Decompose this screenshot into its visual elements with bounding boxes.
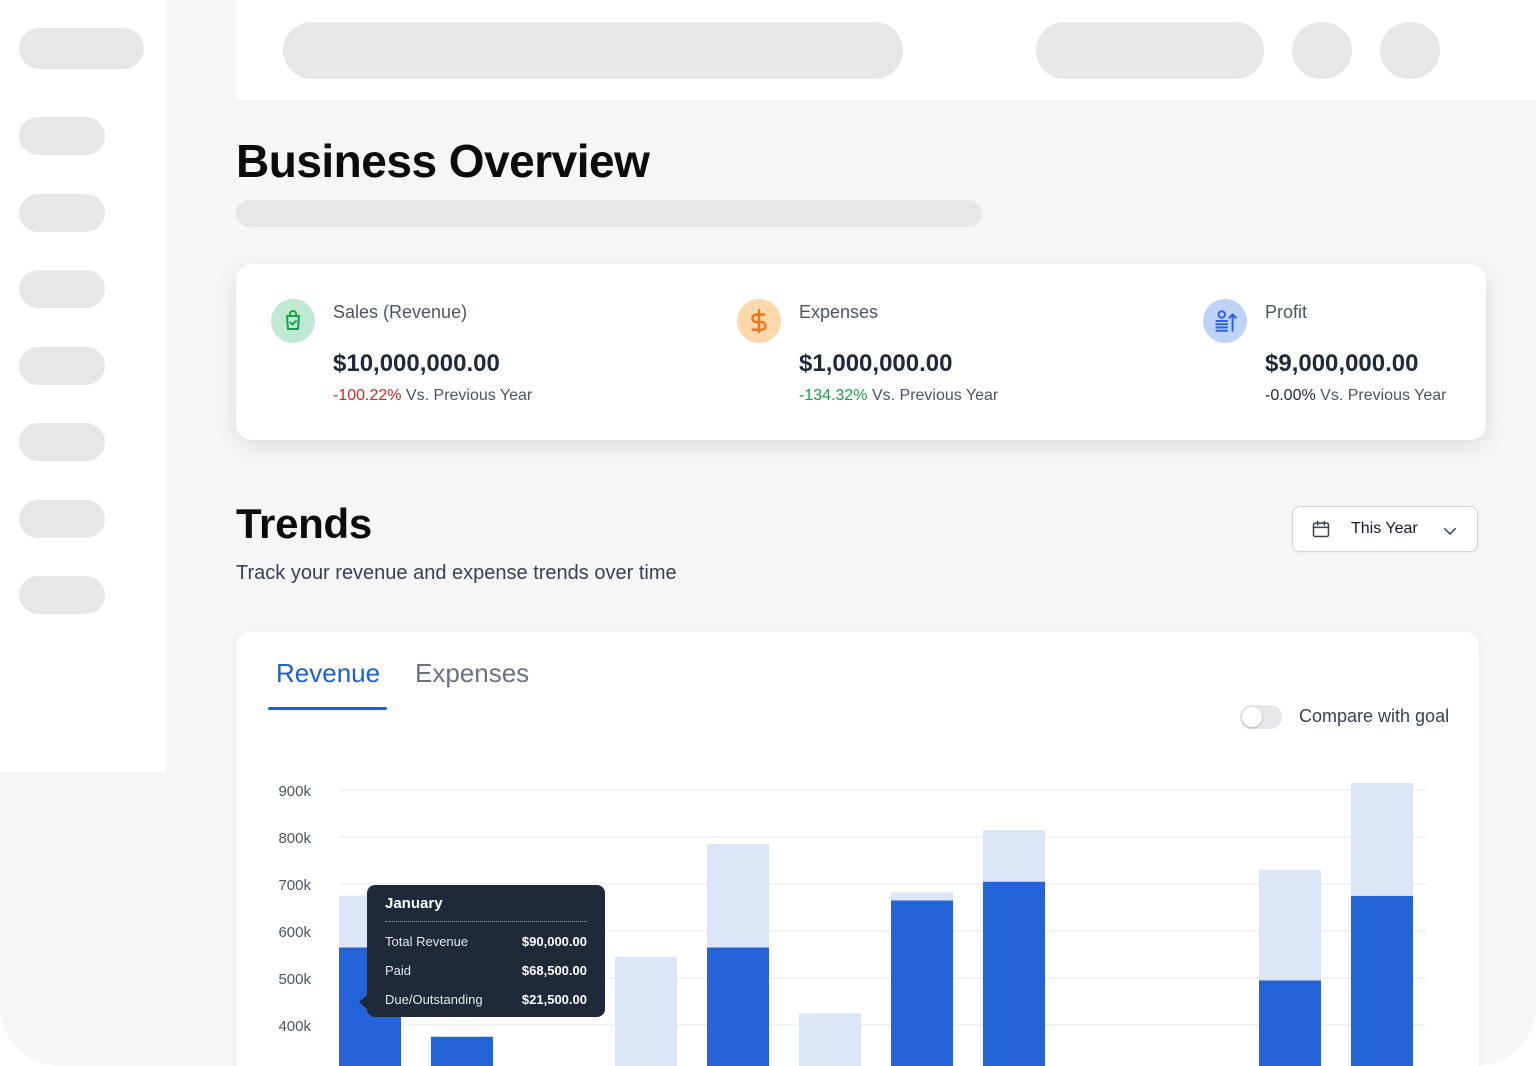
metric-delta-percent: -134.32% [799, 387, 868, 404]
coins-arrow-up-icon [1203, 299, 1247, 343]
tooltip-row-label: Total Revenue [385, 934, 469, 949]
sidebar [0, 0, 166, 772]
shopping-bag-check-icon [271, 299, 315, 343]
metric-label: Profit [1265, 302, 1308, 322]
metric-profit: Profit $9,000,000.00 -0.00% Vs. Previous… [1203, 264, 1473, 440]
dollar-sign-icon [737, 299, 781, 343]
tooltip-row-value: $90,000.00 [521, 934, 587, 949]
sidebar-item-placeholder[interactable] [19, 576, 105, 614]
metric-delta: -134.32% Vs. Previous Year [799, 387, 998, 405]
metric-delta: -100.22% Vs. Previous Year [333, 387, 532, 405]
tooltip-divider [385, 921, 587, 922]
tooltip-row-label: Due/Outstanding [385, 992, 483, 1007]
bar-outstanding[interactable] [1351, 782, 1413, 896]
sidebar-item-placeholder[interactable] [19, 347, 105, 385]
summary-card: Sales (Revenue) $10,000,000.00 -100.22% … [236, 264, 1486, 440]
bar-paid[interactable] [891, 900, 953, 1066]
date-range-label: This Year [1351, 520, 1418, 537]
metric-delta-percent: -0.00% [1265, 387, 1316, 404]
chevron-down-icon [1441, 522, 1459, 545]
sidebar-item-placeholder[interactable] [19, 194, 105, 232]
tooltip-row-value: $21,500.00 [521, 992, 587, 1007]
metric-delta: -0.00% Vs. Previous Year [1265, 387, 1446, 405]
metric-value: $9,000,000.00 [1265, 350, 1419, 377]
avatar-placeholder[interactable] [1380, 22, 1440, 79]
bar-outstanding[interactable] [1259, 869, 1321, 981]
y-tick-label: 900k [278, 783, 311, 800]
bar-paid[interactable] [431, 1036, 493, 1066]
trends-chart-card: Revenue Expenses Compare with goal 400k 5… [236, 632, 1479, 1066]
sidebar-logo-placeholder [19, 28, 144, 69]
chart-tooltip: January Total Revenue $90,000.00 Paid $6… [359, 885, 605, 1017]
metric-label: Expenses [799, 302, 879, 322]
bar-outstanding[interactable] [615, 956, 677, 1066]
y-tick-label: 400k [278, 1018, 311, 1035]
sidebar-item-placeholder[interactable] [19, 270, 105, 308]
sidebar-item-placeholder[interactable] [19, 423, 105, 461]
bar-paid[interactable] [1259, 980, 1321, 1066]
tooltip-title: January [385, 895, 443, 912]
bar-paid[interactable] [983, 881, 1045, 1066]
metric-expenses: Expenses $1,000,000.00 -134.32% Vs. Prev… [737, 264, 1167, 440]
tooltip-row-label: Paid [385, 963, 412, 978]
metric-sales: Sales (Revenue) $10,000,000.00 -100.22% … [271, 264, 701, 440]
date-range-select[interactable]: This Year [1292, 506, 1478, 552]
trends-subtitle: Track your revenue and expense trends ov… [236, 562, 677, 584]
bar-paid[interactable] [1351, 895, 1413, 1066]
metric-value: $1,000,000.00 [799, 350, 953, 377]
y-tick-label: 500k [278, 971, 311, 988]
calendar-icon [1311, 519, 1331, 544]
metric-delta-suffix: Vs. Previous Year [1320, 387, 1447, 404]
bar-outstanding[interactable] [983, 829, 1045, 882]
topbar-icon-placeholder[interactable] [1292, 22, 1352, 79]
app-window: Business Overview Sales (Revenue) $10,00… [0, 0, 1536, 1066]
bar-outstanding[interactable] [891, 892, 953, 901]
metric-label: Sales (Revenue) [333, 302, 468, 322]
page-subtitle-placeholder [236, 200, 982, 227]
y-tick-label: 800k [278, 830, 311, 847]
topbar-action-placeholder[interactable] [1036, 22, 1264, 79]
bar-outstanding[interactable] [799, 1013, 861, 1066]
bar-paid[interactable] [707, 947, 769, 1066]
metric-delta-percent: -100.22% [333, 387, 402, 404]
trends-title: Trends [236, 500, 372, 547]
metric-value: $10,000,000.00 [333, 350, 500, 377]
search-bar-placeholder[interactable] [283, 22, 903, 79]
top-bar [236, 0, 1536, 100]
sidebar-item-placeholder[interactable] [19, 117, 105, 155]
y-tick-label: 700k [278, 877, 311, 894]
page-title: Business Overview [236, 135, 650, 187]
y-tick-label: 600k [278, 924, 311, 941]
bar-outstanding[interactable] [707, 844, 769, 948]
metric-delta-suffix: Vs. Previous Year [405, 387, 533, 404]
metric-delta-suffix: Vs. Previous Year [871, 387, 999, 404]
sidebar-item-placeholder[interactable] [19, 500, 105, 538]
tooltip-row-value: $68,500.00 [521, 963, 587, 978]
